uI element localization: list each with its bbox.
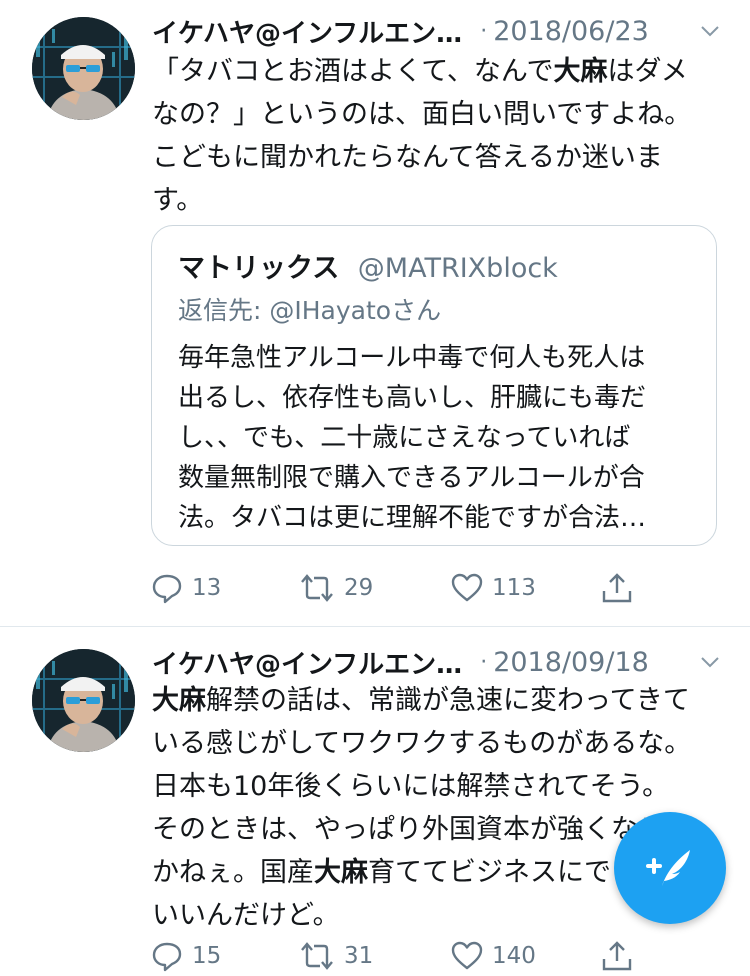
share-button[interactable] bbox=[600, 568, 642, 608]
tweet-actions: 15 31 140 bbox=[150, 936, 640, 976]
reply-to: 返信先: @IHayatoさん bbox=[178, 296, 442, 325]
retweet-button[interactable]: 31 bbox=[298, 936, 373, 976]
reply-button[interactable]: 13 bbox=[150, 568, 221, 608]
heart-icon bbox=[451, 573, 483, 602]
reply-icon bbox=[152, 942, 182, 972]
retweet-icon bbox=[301, 942, 333, 970]
tweet-line: こどもに聞かれたらなんて答えるか迷いま bbox=[152, 142, 663, 173]
share-button[interactable] bbox=[600, 936, 642, 976]
author-name[interactable]: イケハヤ@インフルエン… bbox=[152, 644, 462, 681]
retweet-count: 31 bbox=[344, 943, 374, 969]
avatar[interactable] bbox=[32, 17, 135, 120]
quoted-author-name: マトリックス bbox=[178, 253, 340, 284]
retweet-icon bbox=[301, 574, 333, 602]
quoted-tweet-header: マトリックス @MATRIXblock bbox=[178, 246, 558, 285]
tweet-line: 「タバコとお酒はよくて、なんで大麻はダメ bbox=[152, 56, 688, 87]
avatar[interactable] bbox=[32, 649, 135, 752]
separator: · bbox=[480, 18, 488, 44]
tweet-line: 日本も10年後くらいには解禁されてそう。 bbox=[152, 771, 670, 802]
tweet-date[interactable]: 2018/09/18 bbox=[493, 647, 649, 678]
tweet-line: 大麻解禁の話は、常識が急速に変わってきて bbox=[152, 685, 690, 716]
tweet-line: なの？」というのは、面白い問いですよね。 bbox=[152, 99, 692, 130]
quoted-tweet-text: 毎年急性アルコール中毒で何人も死人は 出るし、依存性も高いし、肝臓にも毒だ し、… bbox=[178, 343, 647, 533]
compose-tweet-icon bbox=[646, 850, 690, 886]
like-count: 113 bbox=[492, 575, 536, 601]
reply-button[interactable]: 15 bbox=[150, 936, 221, 976]
chevron-down-icon[interactable] bbox=[698, 19, 722, 43]
quoted-tweet[interactable]: マトリックス @MATRIXblock 返信先: @IHayatoさん 毎年急性… bbox=[151, 225, 717, 546]
heart-icon bbox=[451, 941, 483, 970]
reply-count: 13 bbox=[192, 575, 222, 601]
tweet-text: 「タバコとお酒はよくて、なんで大麻はダメ なの？」というのは、面白い問いですよね… bbox=[152, 50, 727, 222]
reply-icon bbox=[152, 574, 182, 604]
tweet-line: いる感じがしてワクワクするものがあるな。 bbox=[152, 728, 692, 759]
share-icon bbox=[602, 941, 632, 971]
reply-count: 15 bbox=[192, 943, 222, 969]
tweet-date[interactable]: 2018/06/23 bbox=[493, 16, 649, 47]
share-icon bbox=[602, 573, 632, 603]
like-button[interactable]: 113 bbox=[450, 568, 536, 608]
author-name[interactable]: イケハヤ@インフルエン… bbox=[152, 13, 462, 50]
like-button[interactable]: 140 bbox=[450, 936, 536, 976]
separator: · bbox=[480, 649, 488, 675]
tweet-line: す。 bbox=[152, 185, 204, 216]
compose-tweet-button[interactable] bbox=[614, 812, 726, 924]
retweet-count: 29 bbox=[344, 575, 374, 601]
chevron-down-icon[interactable] bbox=[698, 650, 722, 674]
reply-to-handle[interactable]: @IHayato bbox=[269, 296, 391, 325]
like-count: 140 bbox=[492, 943, 536, 969]
retweet-button[interactable]: 29 bbox=[298, 568, 373, 608]
tweet[interactable]: イケハヤ@インフルエン… · 2018/06/23 「タバコとお酒はよくて、なん… bbox=[0, 0, 750, 627]
quoted-author-handle: @MATRIXblock bbox=[357, 253, 558, 284]
tweet-actions: 13 29 113 bbox=[150, 568, 640, 608]
